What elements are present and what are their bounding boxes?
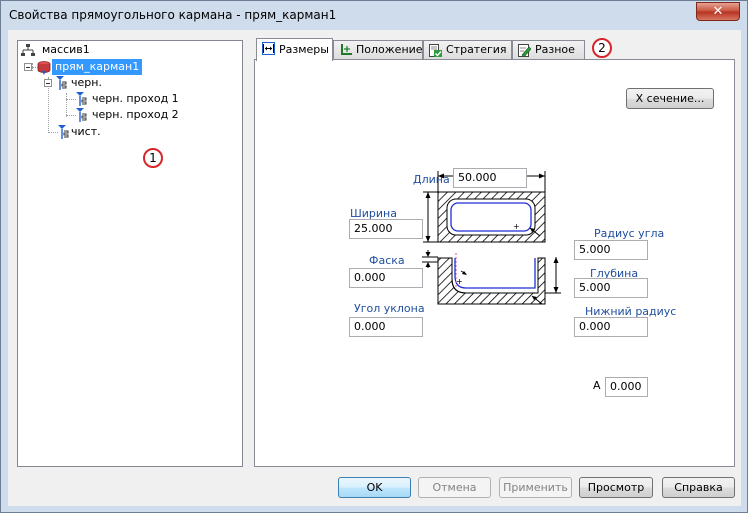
tree-connector — [66, 93, 67, 117]
callout-marker-2: 2 — [592, 38, 612, 58]
tab-area: Размеры Положение Стратегия Разное 2 X с… — [254, 38, 735, 467]
tab-position[interactable]: Положение — [333, 40, 423, 60]
draft-angle-field[interactable]: 0.000 — [349, 317, 423, 337]
toolpath-pass-icon — [76, 108, 87, 122]
draft-angle-label: Угол уклона — [354, 302, 425, 315]
a-label: A — [593, 379, 601, 392]
collapse-toggle[interactable] — [24, 63, 32, 71]
tree-item-rough-pass-2[interactable]: черн. проход 2 — [76, 107, 226, 123]
axes-position-icon — [341, 44, 352, 55]
tree-item-label: черн. — [71, 76, 102, 89]
tree-connector — [66, 99, 76, 100]
dialog-client-area: массив1 прям_карман1 черн. черн. проход … — [8, 30, 741, 506]
tab-label: Положение — [356, 43, 423, 56]
close-button[interactable]: ✕ — [696, 2, 740, 21]
tree-item-label: черн. проход 2 — [92, 108, 179, 121]
notepad-pencil-icon — [518, 44, 531, 57]
tab-label: Размеры — [279, 43, 329, 56]
close-icon: ✕ — [712, 4, 724, 19]
help-button[interactable]: Справка — [662, 477, 735, 498]
length-label: Длина — [413, 173, 450, 186]
strategy-check-icon — [429, 44, 442, 57]
tree-item-rough[interactable]: черн. — [44, 75, 164, 91]
tree-panel[interactable]: массив1 прям_карман1 черн. черн. проход … — [17, 40, 243, 467]
depth-field[interactable]: 5.000 — [574, 278, 648, 298]
title-bar[interactable]: Свойства прямоугольного кармана - прям_к… — [1, 1, 747, 29]
bottom-radius-field[interactable]: 0.000 — [574, 317, 648, 337]
width-field[interactable]: 25.000 — [349, 219, 423, 239]
toolpath-pass-icon — [76, 92, 87, 106]
tab-dimensions[interactable]: Размеры — [256, 38, 333, 61]
collapse-toggle[interactable] — [44, 79, 52, 87]
toolpath-group-icon — [56, 76, 67, 90]
tab-misc[interactable]: Разное — [512, 40, 585, 60]
tab-label: Разное — [535, 43, 575, 56]
ok-button[interactable]: OK — [338, 477, 411, 498]
tree-item-finish[interactable]: чист. — [58, 124, 178, 140]
tab-label: Стратегия — [446, 43, 507, 56]
cancel-button[interactable]: Отмена — [418, 477, 491, 498]
tree-item-label: массив1 — [42, 43, 90, 56]
chamfer-label: Фаска — [369, 254, 405, 267]
tree-item-array[interactable]: массив1 — [21, 42, 221, 58]
preview-button[interactable]: Просмотр — [579, 477, 653, 498]
tree-item-rough-pass-1[interactable]: черн. проход 1 — [76, 91, 226, 107]
apply-button[interactable]: Применить — [499, 477, 572, 498]
dimensions-tab-page: X сечение... + + Длина 50.000 Ширина 25.… — [254, 59, 735, 467]
hierarchy-icon — [21, 44, 35, 56]
svg-text:+: + — [513, 222, 520, 231]
tree-connector — [66, 115, 76, 116]
x-section-button[interactable]: X сечение... — [626, 88, 714, 109]
dialog-window: Свойства прямоугольного кармана - прям_к… — [0, 0, 748, 513]
tab-strategy[interactable]: Стратегия — [423, 40, 512, 60]
callout-marker-1: 1 — [143, 148, 163, 168]
tree-item-label: прям_карман1 — [52, 59, 143, 75]
tree-item-pocket[interactable]: прям_карман1 — [24, 59, 234, 75]
tree-item-label: черн. проход 1 — [92, 92, 179, 105]
toolpath-group-icon — [58, 125, 69, 139]
length-field[interactable]: 50.000 — [453, 168, 527, 188]
tree-connector — [48, 132, 58, 133]
svg-text:+: + — [456, 277, 463, 286]
window-title: Свойства прямоугольного кармана - прям_к… — [9, 8, 337, 22]
corner-radius-label: Радиус угла — [594, 227, 665, 240]
pocket-dimension-diagram: + + — [422, 171, 561, 305]
tree-item-label: чист. — [71, 125, 101, 138]
dimension-arrows-icon — [262, 42, 275, 55]
a-field[interactable]: 0.000 — [605, 377, 648, 397]
chamfer-field[interactable]: 0.000 — [349, 268, 423, 288]
pocket-feature-icon — [37, 61, 51, 75]
corner-radius-field[interactable]: 5.000 — [574, 240, 648, 260]
